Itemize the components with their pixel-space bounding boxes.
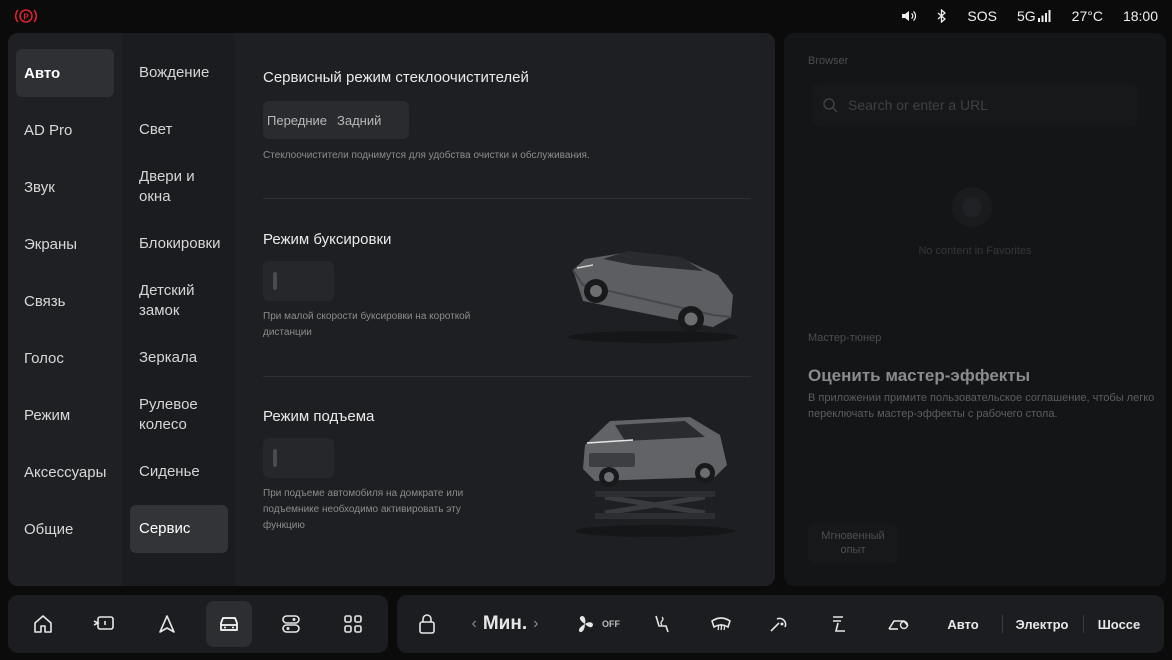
subnav-item-locks[interactable]: Блокировки <box>130 220 228 268</box>
master-tuner-label: Мастер-тюнер <box>808 332 882 344</box>
chevron-right-icon[interactable]: › <box>533 615 538 633</box>
subnav-item-driving[interactable]: Вождение <box>130 49 228 97</box>
subnav-item-steering-wheel[interactable]: Рулевое колесо <box>130 391 228 439</box>
drive-mode-highway-label: Шоссе <box>1097 616 1141 632</box>
instant-experience-button[interactable]: Мгновенный опыт <box>808 523 898 563</box>
fan-speed-value: Мин. <box>482 613 528 634</box>
fan-speed-control: ‹ Мин. › <box>461 595 549 653</box>
subnav-item-doors-windows[interactable]: Двери и окна <box>130 163 228 211</box>
subcategory-nav: Вождение Свет Двери и окна Блокировки Де… <box>122 33 236 586</box>
tow-mode-title: Режим буксировки <box>263 231 392 248</box>
drive-mode-auto[interactable]: Авто <box>937 595 989 653</box>
nav-item-auto[interactable]: Авто <box>16 49 114 97</box>
status-bar: P SOS 5G 27°C 18:00 <box>0 0 1172 32</box>
air-recirculation-icon[interactable] <box>883 595 915 653</box>
search-icon <box>822 97 838 113</box>
toggle-icon[interactable] <box>268 601 314 647</box>
switch-knob <box>273 449 277 467</box>
drive-mode-electric[interactable]: Электро <box>1009 595 1075 653</box>
nav-item-ad-pro[interactable]: AD Pro <box>16 106 114 154</box>
wiper-service-description: Стеклоочистители поднимутся для удобства… <box>263 150 590 161</box>
seat-heating-icon[interactable] <box>645 595 677 653</box>
empty-favorites-icon <box>950 185 994 229</box>
divider <box>1083 615 1084 633</box>
bluetooth-icon[interactable] <box>937 9 947 23</box>
seat-ventilation-icon[interactable] <box>823 595 855 653</box>
lift-mode-switch[interactable] <box>263 438 334 478</box>
lift-mode-description: При подъеме автомобиля на домкрате или п… <box>263 488 464 531</box>
signal-icon <box>1037 10 1052 22</box>
subnav-item-child-lock[interactable]: Детский замок <box>130 277 228 325</box>
tow-mode-switch[interactable] <box>263 261 334 301</box>
car-lift-image <box>565 413 745 538</box>
car-icon[interactable] <box>206 601 252 647</box>
nav-item-general[interactable]: Общие <box>16 505 114 553</box>
parking-brake-icon: P <box>14 6 38 26</box>
nav-item-screens[interactable]: Экраны <box>16 220 114 268</box>
browser-search-placeholder: Search or enter a URL <box>848 97 989 113</box>
subnav-item-mirrors[interactable]: Зеркала <box>130 334 228 382</box>
network-label: 5G <box>1016 8 1036 24</box>
nav-item-voice[interactable]: Голос <box>16 334 114 382</box>
network-indicator: 5G <box>1017 8 1052 24</box>
temperature-label: 27°C <box>1071 8 1103 24</box>
wiper-rear-button[interactable]: Задний <box>332 113 386 128</box>
drive-mode-highway[interactable]: Шоссе <box>1089 595 1149 653</box>
wiper-segmented-control: Передние Задний <box>263 101 409 139</box>
divider <box>263 376 751 377</box>
service-content: Сервисный режим стеклоочистителей Передн… <box>235 33 775 586</box>
svg-text:P: P <box>23 13 29 22</box>
lift-mode-title: Режим подъема <box>263 408 375 425</box>
settings-panel: Авто AD Pro Звук Экраны Связь Голос Режи… <box>8 33 775 586</box>
divider <box>1002 615 1003 633</box>
nav-item-mode[interactable]: Режим <box>16 391 114 439</box>
wiper-service-title: Сервисный режим стеклоочистителей <box>263 69 529 86</box>
fan-icon[interactable]: OFF <box>569 595 625 653</box>
browser-label: Browser <box>808 55 849 67</box>
subnav-item-seat[interactable]: Сиденье <box>130 448 228 496</box>
navigation-icon[interactable] <box>144 601 190 647</box>
volume-icon[interactable] <box>901 9 917 23</box>
nav-item-accessories[interactable]: Аксессуары <box>16 448 114 496</box>
climate-bar: ‹ Мин. › OFF Авто Электро Шоссе <box>397 595 1164 653</box>
favorites-empty-text: No content in Favorites <box>918 245 1032 257</box>
apps-grid-icon[interactable] <box>330 601 376 647</box>
rear-seat-icon[interactable] <box>81 601 127 647</box>
switch-knob <box>273 272 277 290</box>
drive-mode-auto-label: Авто <box>947 616 979 632</box>
clock: 18:00 <box>1122 8 1158 24</box>
app-dock <box>8 595 388 653</box>
chevron-left-icon[interactable]: ‹ <box>472 615 477 633</box>
sos-label[interactable]: SOS <box>967 8 997 24</box>
lock-icon[interactable] <box>411 595 443 653</box>
subnav-item-service[interactable]: Сервис <box>130 505 228 553</box>
drive-mode-electric-label: Электро <box>1015 616 1069 632</box>
fan-off-label: OFF <box>602 619 620 629</box>
master-tuner-title: Оценить мастер-эффекты <box>808 366 1031 385</box>
browser-search-input[interactable]: Search or enter a URL <box>812 83 1138 127</box>
steering-heat-icon[interactable] <box>763 595 795 653</box>
windshield-defrost-icon[interactable] <box>705 595 737 653</box>
master-tuner-text: В приложении примите пользовательское со… <box>808 392 1155 420</box>
divider <box>263 198 751 199</box>
nav-item-connection[interactable]: Связь <box>16 277 114 325</box>
wiper-front-button[interactable]: Передние <box>263 113 332 128</box>
subnav-item-lights[interactable]: Свет <box>130 106 228 154</box>
nav-item-sound[interactable]: Звук <box>16 163 114 211</box>
tow-mode-description: При малой скорости буксировки на коротко… <box>263 311 471 338</box>
car-towing-image <box>563 245 743 345</box>
side-widgets-panel: Browser Search or enter a URL No content… <box>784 33 1166 586</box>
home-icon[interactable] <box>20 601 66 647</box>
category-nav: Авто AD Pro Звук Экраны Связь Голос Режи… <box>8 33 122 586</box>
